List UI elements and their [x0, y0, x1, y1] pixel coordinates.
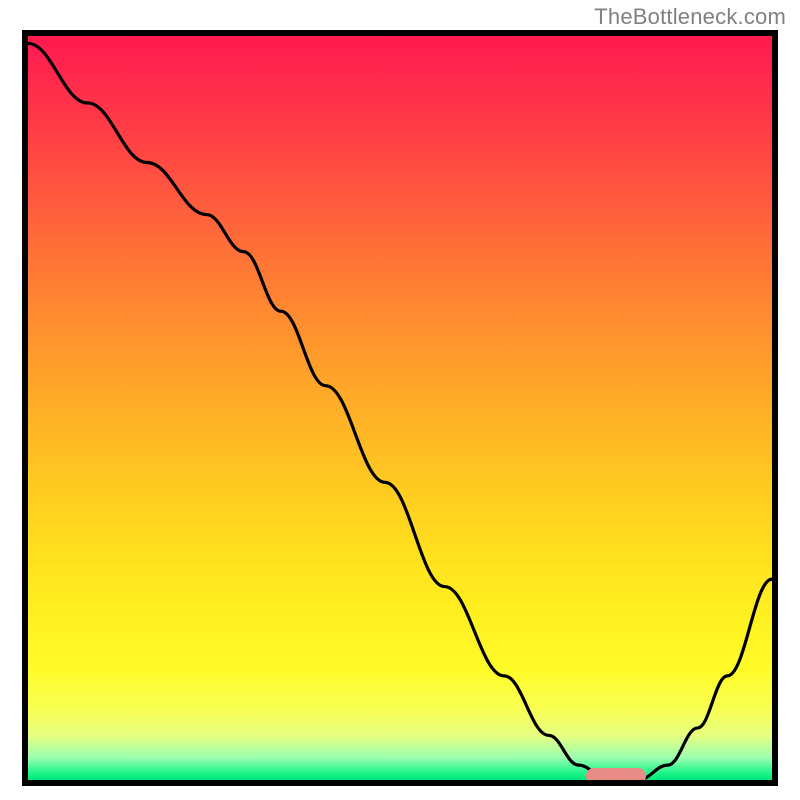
watermark-text: TheBottleneck.com [594, 4, 786, 30]
optimum-marker [586, 768, 646, 784]
bottleneck-curve [28, 43, 772, 780]
chart-container: TheBottleneck.com [0, 0, 800, 800]
curve-layer [28, 36, 772, 780]
plot-area [22, 30, 778, 786]
